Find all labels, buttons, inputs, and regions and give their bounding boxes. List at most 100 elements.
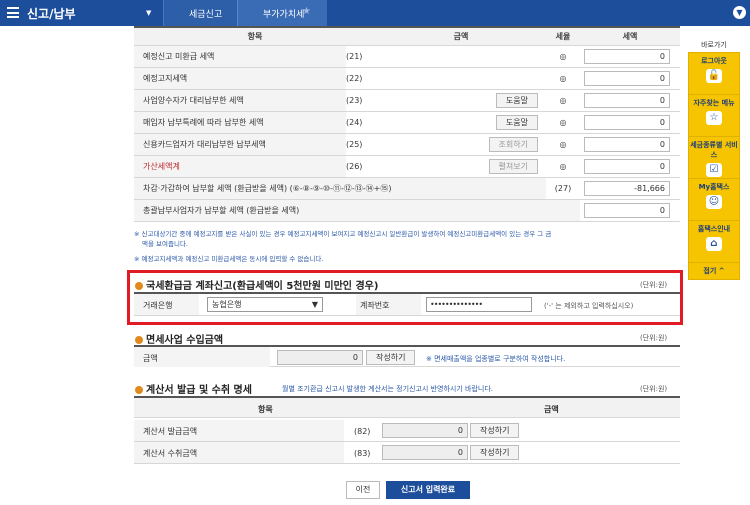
home-icon: ⌂ bbox=[706, 237, 722, 251]
unit-label: (단위:원) bbox=[640, 281, 668, 289]
invoice-write-button[interactable]: 작성하기 bbox=[470, 445, 520, 460]
complete-button[interactable]: 신고서 입력완료 bbox=[386, 481, 470, 499]
invoice-header-amount: 금액 bbox=[544, 405, 559, 414]
row-label: 예정신고 미환급 세액 bbox=[134, 45, 346, 68]
refund-section-title: 국세환급금 계좌신고(환급세액이 5천만원 미만인 경우) bbox=[135, 277, 378, 292]
tax-input[interactable]: 0 bbox=[584, 158, 670, 174]
favorite-star-icon[interactable]: ★ bbox=[302, 6, 311, 17]
breadcrumb-tax-report[interactable]: 세금신고 bbox=[163, 0, 237, 26]
row-code: (22) bbox=[346, 67, 376, 90]
breadcrumb-label: 세금신고 bbox=[189, 10, 223, 20]
row-label: 신용카드업자가 대리납부한 납부세액 bbox=[134, 133, 346, 156]
exempt-label: 금액 bbox=[134, 347, 270, 367]
invoice-header: 항목 금액 bbox=[134, 396, 680, 418]
tax-table-area: 항목 금액 세율 세액 예정신고 미환급 세액 (21) ◎ 0 예정고지세액 … bbox=[134, 26, 680, 222]
exempt-note: ※ 면세매출액을 업종별로 구분하여 작성합니다. bbox=[426, 355, 566, 363]
tax-input[interactable]: 0 bbox=[584, 114, 670, 130]
table-row: 사업양수자가 대리납부한 세액 (23) 도움말 ◎ 0 bbox=[134, 89, 680, 112]
invoice-amount-input[interactable]: 0 bbox=[382, 445, 468, 460]
quick-menu: 바로가기 로그아웃 🔓 자주찾는 메뉴 ☆ 세금종류별 서비스 ☑ My홈택스 … bbox=[688, 40, 740, 280]
row-code: (24) bbox=[346, 111, 376, 134]
total-input[interactable]: -81,666 bbox=[584, 180, 670, 196]
top-bar: 신고/납부 ▼ 세금신고 부가가치세 ★ ▼ bbox=[0, 0, 750, 26]
table-row-summary: 총괄납부사업자가 납부할 세액 (환급받을 세액) 0 bbox=[134, 199, 680, 222]
chevron-down-icon: ▼ bbox=[311, 300, 318, 309]
header-item: 항목 bbox=[134, 26, 376, 46]
breadcrumb-vat[interactable]: 부가가치세 bbox=[237, 0, 327, 26]
row-rate: ◎ bbox=[546, 45, 580, 68]
quick-menu-title: 바로가기 bbox=[701, 41, 727, 49]
menu-icon[interactable] bbox=[7, 7, 19, 18]
tax-input[interactable]: 0 bbox=[584, 70, 670, 86]
quick-label: 로그아웃 bbox=[701, 57, 727, 65]
invoice-row: 계산서 발급금액 (82) 0 작성하기 bbox=[134, 420, 680, 442]
invoice-amount-input[interactable]: 0 bbox=[382, 423, 468, 438]
tax-table: 항목 금액 세율 세액 예정신고 미환급 세액 (21) ◎ 0 예정고지세액 … bbox=[134, 26, 680, 222]
quick-label: My홈택스 bbox=[698, 183, 730, 191]
note-1b: 액을 보여줍니다. bbox=[142, 240, 188, 248]
prev-button[interactable]: 이전 bbox=[346, 481, 380, 499]
row-rate: ◎ bbox=[546, 133, 580, 156]
bank-select-value: 농협은행 bbox=[212, 300, 242, 309]
account-label: 계좌번호 bbox=[356, 294, 421, 315]
exempt-write-button[interactable]: 작성하기 bbox=[366, 350, 416, 365]
page-title: 신고/납부 bbox=[27, 7, 76, 21]
table-row: 예정고지세액 (22) ◎ 0 bbox=[134, 67, 680, 90]
total-code: (27) bbox=[546, 177, 580, 200]
header-amount: 금액 bbox=[376, 26, 546, 46]
tax-input[interactable]: 0 bbox=[584, 92, 670, 108]
row-code: (25) bbox=[346, 133, 376, 156]
exempt-row: 금액 0 작성하기 ※ 면세매출액을 업종별로 구분하여 작성합니다. bbox=[134, 345, 680, 367]
help-button[interactable]: 도움말 bbox=[495, 92, 538, 108]
row-rate: ◎ bbox=[546, 67, 580, 90]
quick-tax-services[interactable]: 세금종류별 서비스 ☑ bbox=[689, 137, 739, 179]
row-label: 매입자 납부특례에 따라 납부한 세액 bbox=[134, 111, 346, 134]
collapse-icon[interactable]: ▼ bbox=[733, 6, 746, 19]
star-icon: ☆ bbox=[706, 111, 722, 125]
tax-input[interactable]: 0 bbox=[584, 136, 670, 152]
row-rate: ◎ bbox=[546, 111, 580, 134]
table-row: 가산세액계 (26) 펼쳐보기 ◎ 0 bbox=[134, 155, 680, 178]
invoice-row-label: 계산서 발급금액 bbox=[134, 420, 344, 441]
tax-input[interactable]: 0 bbox=[584, 48, 670, 64]
summary-input[interactable]: 0 bbox=[584, 202, 670, 218]
note-1: ※ 신고대상기간 중에 예정고지를 받은 사실이 있는 경우 예정고지세액이 보… bbox=[134, 230, 552, 238]
checkbox-icon: ☑ bbox=[706, 163, 722, 177]
quick-guide[interactable]: 홈택스인내 ⌂ bbox=[689, 221, 739, 263]
row-label: 가산세액계 bbox=[134, 155, 346, 178]
invoice-row-label: 계산서 수취금액 bbox=[134, 442, 344, 463]
account-hint: ('-' 는 제외하고 입력하십시오) bbox=[544, 302, 634, 310]
chevron-down-icon[interactable]: ▼ bbox=[146, 9, 151, 17]
quick-label: 자주찾는 메뉴 bbox=[693, 99, 735, 107]
bank-label: 거래은행 bbox=[134, 294, 199, 315]
invoice-write-button[interactable]: 작성하기 bbox=[470, 423, 520, 438]
unit-label: (단위:원) bbox=[640, 385, 668, 393]
bullet-icon bbox=[135, 386, 143, 394]
invoice-title-text: 계산서 발급 및 수취 명세 bbox=[146, 385, 252, 396]
summary-label: 총괄납부사업자가 납부할 세액 (환급받을 세액) bbox=[134, 199, 580, 222]
invoice-header-item: 항목 bbox=[258, 405, 273, 414]
table-row: 신용카드업자가 대리납부한 납부세액 (25) 조회하기 ◎ 0 bbox=[134, 133, 680, 156]
expand-button[interactable]: 펼쳐보기 bbox=[488, 158, 538, 174]
quick-favorites[interactable]: 자주찾는 메뉴 ☆ bbox=[689, 95, 739, 137]
exempt-amount-input[interactable]: 0 bbox=[277, 350, 363, 365]
row-code: (21) bbox=[346, 45, 376, 68]
total-label: 차감·가감하여 납부할 세액 (환급받을 세액) (⑥-⑧-⑨-⑩-⑪-⑫-⑬-… bbox=[134, 177, 546, 200]
note-2: ※ 예정고지세액과 예정신고 미환급세액은 동시에 입력할 수 없습니다. bbox=[134, 255, 324, 263]
row-code: (26) bbox=[346, 155, 376, 178]
invoice-section-title: 계산서 발급 및 수취 명세 bbox=[135, 381, 252, 396]
account-number-input[interactable]: •••••••••••••• bbox=[426, 297, 532, 312]
help-button[interactable]: 도움말 bbox=[495, 114, 538, 130]
quick-my-hometax[interactable]: My홈택스 ☺ bbox=[689, 179, 739, 221]
invoice-row-code: (82) bbox=[354, 427, 371, 436]
bullet-icon bbox=[135, 282, 143, 290]
quick-logout[interactable]: 로그아웃 🔓 bbox=[689, 53, 739, 95]
invoice-note: 월별 조기환급 신고시 발생한 계산서는 정기신고시 반영하시기 바랍니다. bbox=[282, 385, 493, 393]
row-rate: ◎ bbox=[546, 155, 580, 178]
lookup-button[interactable]: 조회하기 bbox=[488, 136, 538, 152]
bank-select[interactable]: 농협은행 ▼ bbox=[207, 297, 323, 312]
row-rate: ◎ bbox=[546, 89, 580, 112]
breadcrumb-label: 부가가치세 bbox=[263, 10, 305, 20]
quick-close-button[interactable]: 접기 ^ bbox=[689, 263, 739, 279]
table-row: 매입자 납부특례에 따라 납부한 세액 (24) 도움말 ◎ 0 bbox=[134, 111, 680, 134]
